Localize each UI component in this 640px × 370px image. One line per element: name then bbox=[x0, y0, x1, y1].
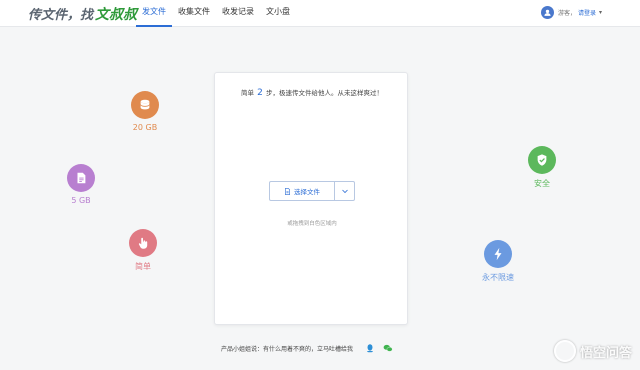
qq-icon[interactable] bbox=[365, 343, 375, 353]
drop-hint: 或拖拽到白色区域内 bbox=[287, 221, 337, 227]
nav-collect-files[interactable]: 收集文件 bbox=[172, 0, 216, 27]
select-file-control: 选择文件 bbox=[269, 181, 355, 201]
wechat-icon[interactable] bbox=[383, 343, 393, 353]
select-dropdown-button[interactable] bbox=[334, 182, 354, 200]
logo[interactable]: 传文件，找 文叔叔 bbox=[28, 4, 137, 24]
feature-20gb: 20 GB bbox=[115, 91, 175, 132]
title-step-count: 2 bbox=[257, 88, 263, 98]
main-nav: 发文件 收集文件 收发记录 文小盘 bbox=[136, 0, 296, 27]
feature-20gb-label: 20 GB bbox=[132, 123, 158, 132]
upload-card[interactable]: 简单 2 步，极速传文件给他人。从未这样爽过！ 选择文件 或拖拽到白色区域内 bbox=[214, 72, 408, 325]
nav-records[interactable]: 收发记录 bbox=[216, 0, 260, 27]
feature-5gb-label: 5 GB bbox=[71, 196, 91, 205]
feature-secure-label: 安全 bbox=[534, 179, 550, 188]
nav-send-file[interactable]: 发文件 bbox=[136, 0, 172, 27]
watermark: 悟空问答 bbox=[553, 340, 632, 362]
nav-mini-disk[interactable]: 文小盘 bbox=[260, 0, 296, 27]
top-header: 传文件，找 文叔叔 发文件 收集文件 收发记录 文小盘 游客， 请登录 ▾ bbox=[0, 0, 640, 27]
title-after: 步，极速传文件给他人。从未这样爽过！ bbox=[265, 89, 383, 97]
document-icon bbox=[285, 187, 290, 195]
logo-prefix: 传文件，找 bbox=[28, 8, 94, 23]
guest-label: 游客， bbox=[557, 10, 576, 17]
shield-check-icon bbox=[528, 146, 556, 174]
watermark-text: 悟空问答 bbox=[579, 345, 632, 361]
logo-brand: 文叔叔 bbox=[95, 7, 138, 23]
select-file-label: 选择文件 bbox=[294, 188, 320, 196]
watermark-logo-icon bbox=[553, 340, 576, 362]
feedback-footer: 产品小姐姐说：有什么用着不爽的，立马吐槽给我 bbox=[221, 343, 393, 353]
chevron-down-icon bbox=[341, 189, 348, 194]
title-before: 简单 bbox=[241, 89, 255, 97]
feedback-text: 产品小姐姐说：有什么用着不爽的，立马吐槽给我 bbox=[221, 345, 354, 353]
chevron-down-icon[interactable]: ▾ bbox=[599, 9, 602, 16]
database-icon bbox=[131, 91, 159, 119]
feature-secure: 安全 bbox=[512, 146, 572, 189]
user-area: 游客， 请登录 ▾ bbox=[540, 6, 602, 19]
avatar[interactable] bbox=[540, 6, 554, 19]
feature-simple: 简单 bbox=[113, 229, 173, 272]
feature-speed: 永不限速 bbox=[468, 240, 528, 283]
login-link[interactable]: 请登录 bbox=[578, 8, 596, 17]
feature-speed-label: 永不限速 bbox=[482, 273, 514, 282]
feature-simple-label: 简单 bbox=[135, 262, 151, 271]
lightning-icon bbox=[484, 240, 512, 268]
file-icon bbox=[67, 164, 95, 192]
card-title: 简单 2 步，极速传文件给他人。从未这样爽过！ bbox=[215, 87, 409, 98]
select-file-button[interactable]: 选择文件 bbox=[270, 182, 334, 200]
feature-5gb: 5 GB bbox=[51, 164, 111, 205]
hand-pointer-icon bbox=[129, 229, 157, 257]
user-icon bbox=[544, 9, 551, 16]
